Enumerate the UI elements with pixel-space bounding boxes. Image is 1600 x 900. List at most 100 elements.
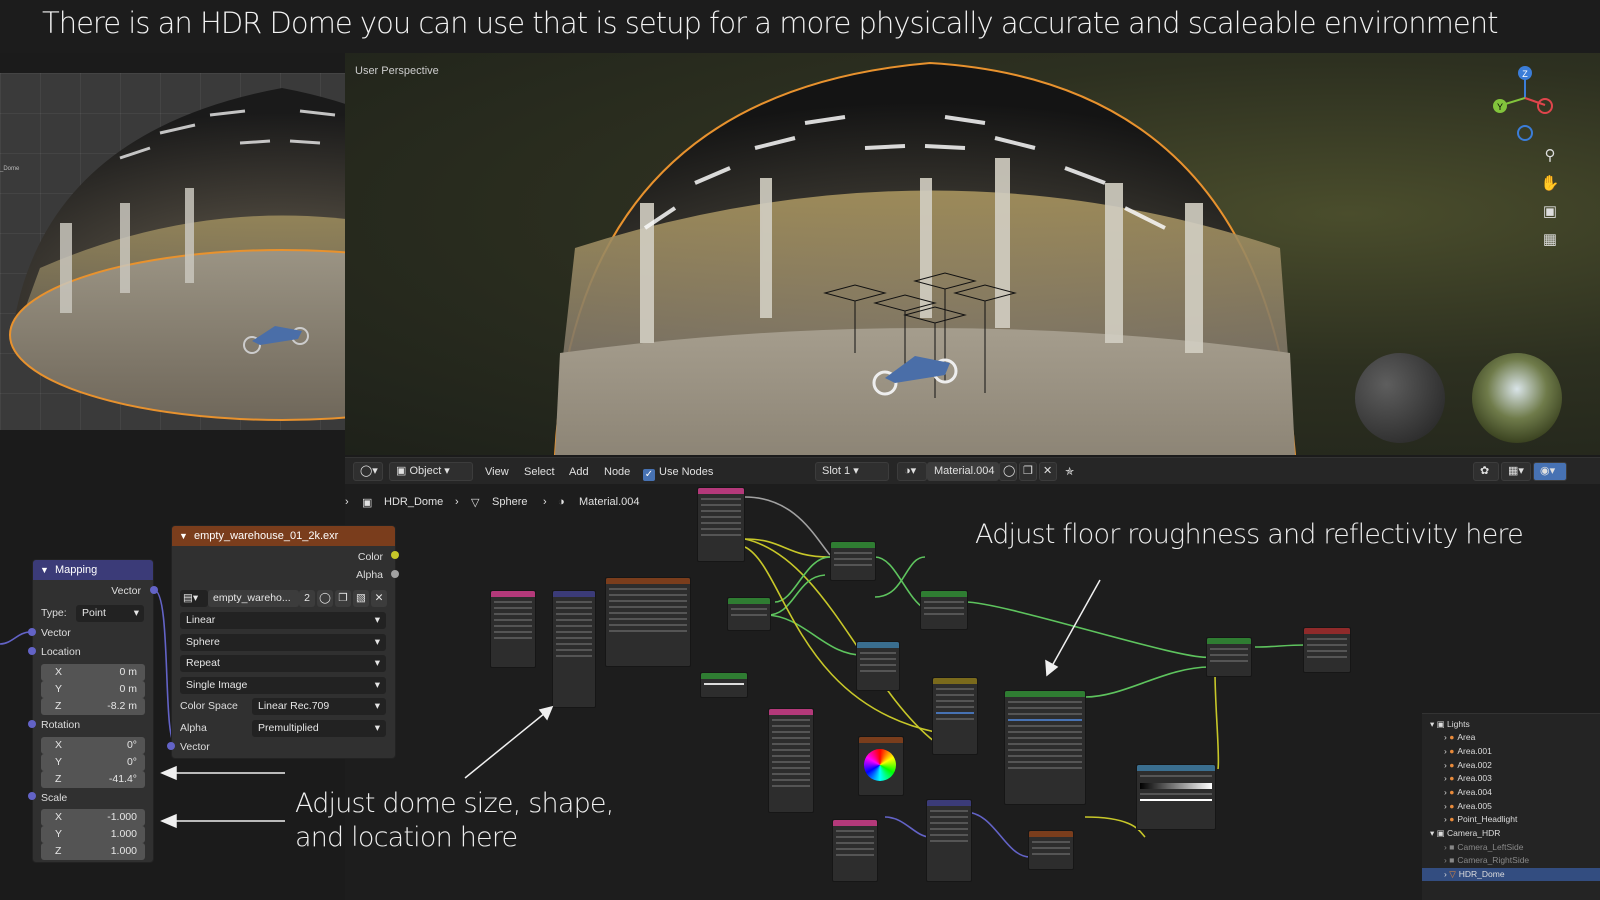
rotation-x-field[interactable]: X 0°	[41, 737, 145, 754]
mapping-node-title[interactable]: ▼ Mapping	[33, 560, 153, 580]
location-y-field[interactable]: Y0 m	[41, 681, 145, 698]
image-texture-mini-node[interactable]	[605, 577, 691, 667]
type-dropdown[interactable]: Point ▾	[76, 605, 144, 622]
color-wheel-icon[interactable]	[864, 749, 896, 781]
title-banner: There is an HDR Dome you can use that is…	[0, 0, 1600, 53]
interpolation-dropdown[interactable]: Linear ▾	[180, 612, 386, 629]
fake-user-icon[interactable]: ◯	[317, 590, 333, 607]
mix-shader-node-1[interactable]	[830, 541, 876, 581]
pan-hand-icon[interactable]: ✋	[1539, 173, 1561, 195]
duplicate-image-icon[interactable]: ❐	[335, 590, 351, 607]
rgb-node[interactable]	[858, 736, 904, 796]
extension-dropdown[interactable]: Repeat ▾	[180, 655, 386, 672]
light-icon: ●	[1449, 760, 1455, 770]
light-icon: ●	[1449, 732, 1455, 742]
mapping-scale-socket[interactable]	[28, 792, 36, 800]
mapping-mini-node[interactable]	[552, 590, 596, 708]
outliner-item-camera-rightside[interactable]: › ■ Camera_RightSide	[1422, 854, 1600, 867]
light-icon: ●	[1449, 814, 1455, 824]
outliner-collection-lights[interactable]: ▾ ▣ Lights	[1422, 718, 1600, 731]
color-ramp-node[interactable]	[1136, 764, 1216, 830]
image-users-count[interactable]: 2	[299, 590, 315, 607]
camera-icon: ■	[1449, 855, 1455, 865]
mix-shader-node-3[interactable]	[1206, 637, 1252, 677]
scale-label: Scale	[41, 792, 68, 804]
alpha-output-label: Alpha	[356, 569, 383, 581]
source-dropdown[interactable]: Single Image ▾	[180, 677, 386, 694]
svg-text:Y: Y	[1497, 102, 1503, 112]
alpha-mode-dropdown[interactable]: Premultiplied ▾	[252, 720, 386, 737]
image-browse-button[interactable]: ▤▾	[180, 590, 208, 607]
floor-annotation: Adjust floor roughness and reflectivity …	[975, 519, 1524, 550]
mapping-node-panel[interactable]: ▼ Mapping Vector Type: Point ▾ Vector Loc…	[32, 559, 154, 863]
light-icon: ●	[1449, 746, 1455, 756]
texture-coordinate-node[interactable]	[490, 590, 536, 668]
matcap-sphere	[1355, 353, 1445, 443]
main-viewport[interactable]: User Perspective Z Y ⚲ ✋ ▣ ▦	[345, 53, 1600, 455]
image-alpha-output-socket[interactable]	[391, 570, 399, 578]
navigation-gizmo[interactable]: Z Y	[1490, 63, 1555, 143]
collapse-chevron-icon[interactable]: ▼	[40, 560, 49, 580]
dome-annotation-line1: Adjust dome size, shape,	[295, 788, 614, 819]
light-path-node[interactable]	[768, 708, 814, 813]
rotation-z-field[interactable]: Z -41.4°	[41, 771, 145, 788]
light-icon: ●	[1449, 801, 1455, 811]
scale-y-field[interactable]: Y 1.000	[41, 826, 145, 843]
svg-text:Z: Z	[1522, 69, 1528, 79]
math-add-node[interactable]	[856, 641, 900, 691]
outliner-collection-camera-hdr[interactable]: ▾ ▣ Camera_HDR	[1422, 827, 1600, 840]
image-vector-input-socket[interactable]	[167, 742, 175, 750]
collapse-chevron-icon[interactable]: ▼	[179, 526, 188, 546]
scale-x-field[interactable]: X -1.000	[41, 809, 145, 826]
material-output-node[interactable]	[1303, 627, 1351, 673]
emission-node[interactable]	[727, 597, 771, 631]
outliner-item-area-005[interactable]: › ● Area.005	[1422, 800, 1600, 813]
banner-text: There is an HDR Dome you can use that is…	[42, 6, 1499, 40]
rotation-label: Rotation	[41, 719, 81, 731]
open-folder-icon[interactable]: ▧	[353, 590, 369, 607]
outliner-item-area-001[interactable]: › ● Area.001	[1422, 745, 1600, 758]
scale-z-field[interactable]: Z 1.000	[41, 843, 145, 860]
image-node-title[interactable]: ▼ empty_warehouse_01_2k.exr	[172, 526, 395, 546]
principled-bsdf-node[interactable]	[1004, 690, 1086, 805]
image-name-field[interactable]: empty_wareho...	[208, 590, 299, 607]
outliner-panel[interactable]: ▾ ▣ Lights › ● Area › ● Area.001 › ● Area.0…	[1422, 713, 1600, 900]
camera-icon[interactable]: ▣	[1539, 201, 1561, 223]
outliner-item-area-003[interactable]: › ● Area.003	[1422, 772, 1600, 785]
rotation-y-field[interactable]: Y 0°	[41, 754, 145, 771]
mapping-node-2[interactable]	[926, 799, 972, 882]
dome-annotation-line2: and location here	[295, 822, 518, 853]
vector-output-label: Vector	[111, 585, 141, 597]
location-z-field[interactable]: Z -8.2 m	[41, 698, 145, 715]
outliner-item-point-headlight[interactable]: › ● Point_Headlight	[1422, 813, 1600, 826]
image-color-output-socket[interactable]	[391, 551, 399, 559]
unlink-image-icon[interactable]: ✕	[371, 590, 387, 607]
color-output-label: Color	[357, 551, 383, 563]
texture-coordinate-node-2[interactable]	[832, 819, 878, 882]
light-icon: ●	[1449, 773, 1455, 783]
outliner-item-area-004[interactable]: › ● Area.004	[1422, 786, 1600, 799]
grid-icon[interactable]: ▦	[1539, 229, 1561, 251]
color-space-dropdown[interactable]: Linear Rec.709 ▾	[252, 698, 386, 715]
camera-icon: ■	[1449, 842, 1455, 852]
zoom-icon[interactable]: ⚲	[1539, 145, 1561, 167]
projection-dropdown[interactable]: Sphere ▾	[180, 634, 386, 651]
image-vector-input-label: Vector	[180, 741, 210, 753]
vector-input-label: Vector	[41, 627, 71, 639]
location-x-field[interactable]: X0 m	[41, 664, 145, 681]
type-row: Type: Point ▾	[33, 604, 153, 623]
outliner-item-hdr-dome[interactable]: › ▽ HDR_Dome	[1422, 868, 1600, 881]
mapping-rotation-socket[interactable]	[28, 720, 36, 728]
incoming-vector-link	[0, 631, 31, 645]
outliner-item-camera-leftside[interactable]: › ■ Camera_LeftSide	[1422, 841, 1600, 854]
outliner-item-area[interactable]: › ● Area	[1422, 731, 1600, 744]
divide-node[interactable]	[932, 677, 978, 755]
mesh-icon: ▽	[1449, 869, 1456, 879]
geometry-node[interactable]	[697, 487, 745, 562]
location-label: Location	[41, 646, 81, 658]
outliner-item-area-002[interactable]: › ● Area.002	[1422, 759, 1600, 772]
mix-shader-node-2[interactable]	[920, 590, 968, 630]
image-texture-node-panel[interactable]: ▼ empty_warehouse_01_2k.exr Color Alpha …	[171, 525, 396, 759]
transparent-bsdf-node[interactable]	[700, 672, 748, 698]
gradient-texture-node[interactable]	[1028, 830, 1074, 870]
